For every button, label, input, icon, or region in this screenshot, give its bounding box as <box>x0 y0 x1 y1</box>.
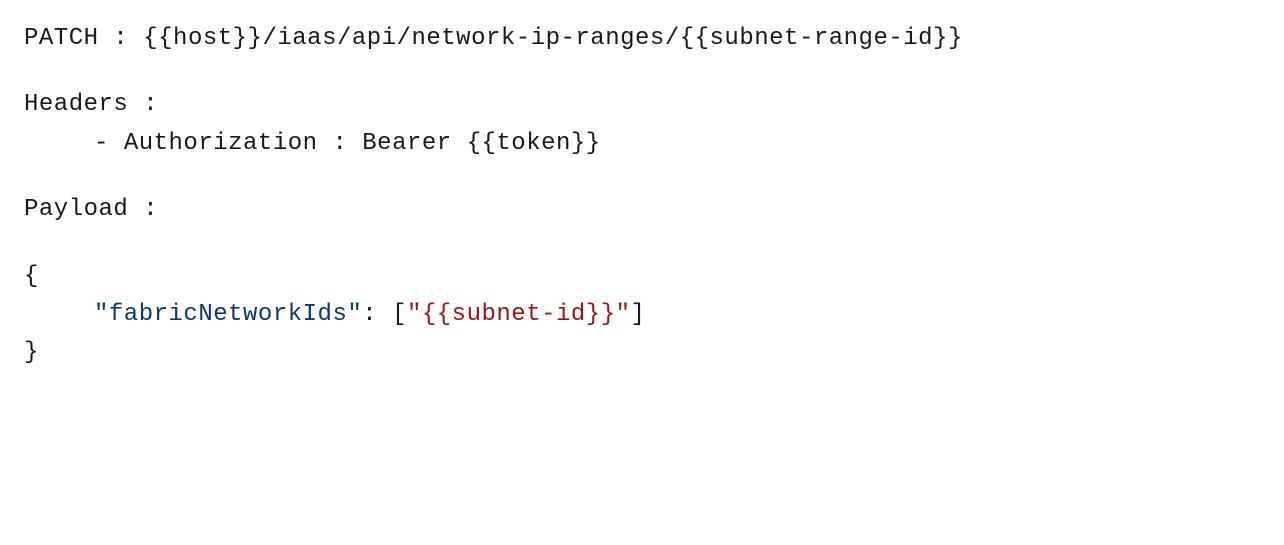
header-value: Bearer {{token}} <box>362 130 600 157</box>
header-name: Authorization <box>124 130 318 157</box>
json-array-close: ] <box>631 301 646 328</box>
request-url: {{host}}/iaas/api/network-ip-ranges/{{su… <box>143 25 963 52</box>
header-separator: : <box>318 130 363 157</box>
payload-section: Payload : <box>24 191 1260 229</box>
http-method: PATCH <box>24 25 99 52</box>
json-open-brace: { <box>24 258 1260 296</box>
headers-label: Headers : <box>24 86 1260 124</box>
request-line: PATCH : {{host}}/iaas/api/network-ip-ran… <box>24 20 1260 58</box>
payload-body: { "fabricNetworkIds": ["{{subnet-id}}"] … <box>24 258 1260 373</box>
json-key-quote-close: " <box>347 301 362 328</box>
json-value-quote-open: " <box>407 301 422 328</box>
method-separator: : <box>99 25 144 52</box>
json-close-brace: } <box>24 334 1260 372</box>
json-value: {{subnet-id}} <box>422 301 616 328</box>
header-bullet: - <box>94 130 124 157</box>
json-array-open: [ <box>392 301 407 328</box>
payload-label: Payload : <box>24 191 1260 229</box>
json-property: "fabricNetworkIds": ["{{subnet-id}}"] <box>24 296 1260 334</box>
json-key: fabricNetworkIds <box>109 301 347 328</box>
headers-section: Headers : - Authorization : Bearer {{tok… <box>24 86 1260 163</box>
header-item: - Authorization : Bearer {{token}} <box>24 125 1260 163</box>
json-value-quote-close: " <box>616 301 631 328</box>
json-colon: : <box>362 301 392 328</box>
json-key-quote-open: " <box>94 301 109 328</box>
